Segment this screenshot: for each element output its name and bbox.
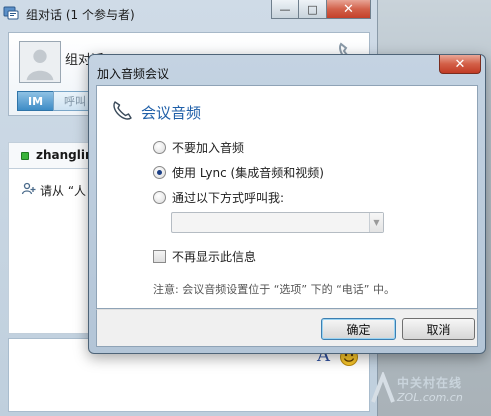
radio-no-audio[interactable]	[153, 140, 166, 154]
radio-call-me[interactable]	[153, 190, 166, 204]
call-number-combo[interactable]: ▼	[171, 212, 384, 233]
watermark-text: 中关村在线	[397, 376, 463, 390]
radio-use-lync[interactable]	[153, 165, 166, 179]
hint-text: 请从 “人	[40, 184, 87, 198]
add-people-icon	[21, 182, 36, 195]
option-call-me[interactable]: 通过以下方式呼叫我:	[153, 189, 284, 205]
lync-app-icon	[3, 6, 19, 20]
chat-titlebar[interactable]: 组对话 (1 个参与者) — □ ✕	[0, 0, 378, 28]
option-use-lync[interactable]: 使用 Lync (集成音频和视频)	[153, 164, 324, 180]
chat-window-title: 组对话 (1 个参与者)	[26, 8, 135, 22]
join-audio-dialog: 加入音频会议 ✕ 会议音频 不要加入音频 使用 Lync (集成音频和视频) 通…	[88, 54, 486, 354]
dialog-body: 会议音频 不要加入音频 使用 Lync (集成音频和视频) 通过以下方式呼叫我:…	[96, 85, 478, 309]
ok-button[interactable]: 确定	[321, 318, 396, 340]
watermark-url: ZOL.com.cn	[397, 391, 463, 404]
tab-im[interactable]: IM	[17, 91, 54, 111]
dialog-title: 加入音频会议	[97, 67, 170, 81]
chevron-down-icon[interactable]: ▼	[369, 213, 383, 232]
presence-available-icon	[21, 152, 29, 160]
dont-show-row[interactable]: 不再显示此信息	[153, 248, 256, 264]
caption-buttons: — □ ✕	[271, 0, 371, 20]
phone-icon	[113, 101, 132, 120]
dont-show-label: 不再显示此信息	[172, 249, 257, 264]
option-label: 通过以下方式呼叫我:	[172, 190, 285, 205]
chat-tabs: IM 呼叫	[17, 91, 97, 111]
dialog-close-button[interactable]: ✕	[439, 55, 481, 74]
close-button[interactable]: ✕	[327, 0, 371, 19]
settings-note: 注意: 会议音频设置位于 “选项” 下的 “电话” 中。	[153, 283, 395, 296]
dialog-footer: 确定 取消	[96, 309, 478, 347]
option-no-audio[interactable]: 不要加入音频	[153, 139, 244, 155]
cancel-button[interactable]: 取消	[402, 318, 475, 340]
avatar	[19, 41, 61, 83]
watermark: 中关村在线 ZOL.com.cn	[365, 368, 489, 412]
option-label: 使用 Lync (集成音频和视频)	[172, 165, 324, 180]
dont-show-checkbox[interactable]	[153, 249, 166, 263]
maximize-button[interactable]: □	[299, 0, 327, 19]
minimize-button[interactable]: —	[271, 0, 299, 19]
section-title: 会议音频	[141, 104, 202, 122]
zol-logo-icon	[371, 372, 395, 403]
option-label: 不要加入音频	[172, 140, 245, 155]
